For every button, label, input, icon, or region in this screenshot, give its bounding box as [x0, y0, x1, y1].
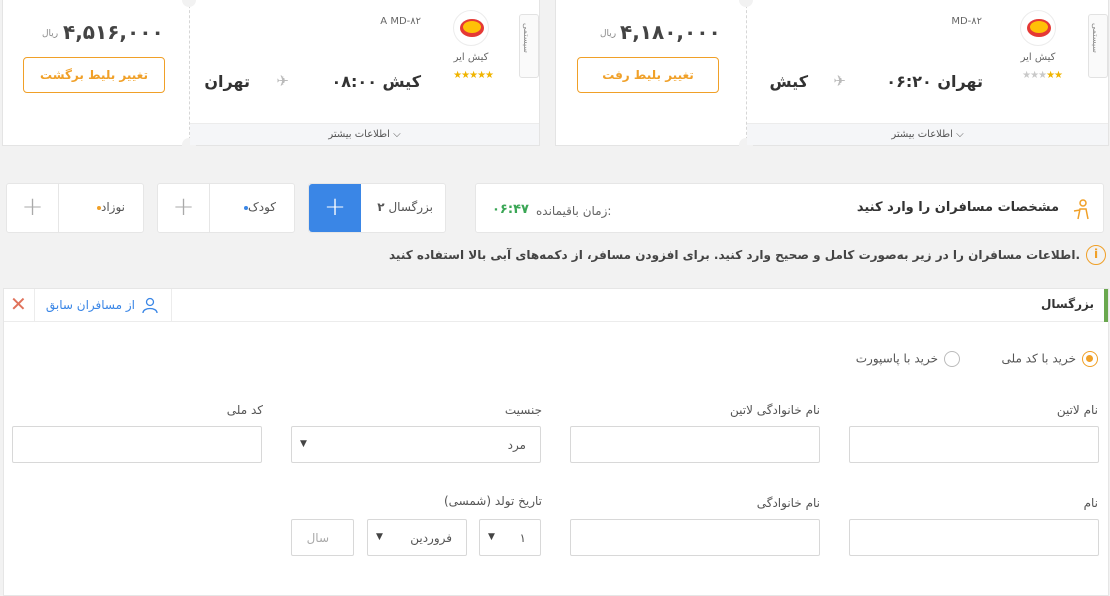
origin-time: تهران ۰۶:۲۰ [886, 72, 983, 91]
radio-passport[interactable]: خرید با پاسپورت [856, 351, 960, 367]
rating-stars: ★★★★★ [1022, 70, 1063, 81]
airline-name: کیش ایر [1020, 52, 1056, 63]
radio-unselected-icon [944, 351, 960, 367]
dropdown-arrow-icon: ▼ [300, 439, 307, 449]
page-title: مشخصات مسافران را وارد کنید [856, 200, 1059, 215]
dropdown-arrow-icon: ▼ [376, 532, 383, 542]
close-icon[interactable]: ✕ [10, 292, 27, 316]
airplane-icon: ✈ [833, 72, 846, 90]
birth-day-select[interactable]: ۱ ▼ [479, 519, 541, 556]
user-icon [142, 297, 158, 314]
latin-first-name-label: نام لاتین [1056, 403, 1098, 417]
flight-card-outbound: سیستمی کیش ایر ★★★★★ MD-۸۲ تهران ۰۶:۲۰ ✈… [555, 0, 1109, 152]
airline-logo [1020, 10, 1056, 46]
child-counter: + کودک [157, 183, 295, 233]
birth-date-label: تاریخ تولد (شمسی) [443, 494, 542, 508]
destination-city: تهران [204, 72, 250, 91]
currency: ریال [600, 29, 617, 39]
rating-stars: ★★★★★ [453, 70, 494, 81]
gender-select[interactable]: مرد ▼ [291, 426, 541, 463]
last-name-input[interactable] [570, 519, 820, 556]
add-adult-button[interactable]: + [309, 184, 361, 232]
child-counter-label: کودک [241, 200, 276, 214]
currency: ریال [42, 29, 59, 39]
adult-counter: + ۲ بزرگسال [308, 183, 446, 233]
latin-last-name-input[interactable] [570, 426, 820, 463]
infant-counter: + نوزاد [6, 183, 144, 233]
chevron-down-icon: ⌵ [956, 129, 964, 140]
system-tab: سیستمی [1088, 14, 1108, 78]
latin-first-name-input[interactable] [849, 426, 1099, 463]
passenger-icon [1073, 199, 1089, 220]
national-code-input[interactable] [12, 426, 262, 463]
info-icon: i [1086, 245, 1106, 265]
timer-value: ۰۶:۴۷ [492, 202, 529, 217]
birth-year-input[interactable]: سال [291, 519, 354, 556]
last-name-label: نام خانوادگی [756, 496, 820, 510]
radio-national-code[interactable]: خرید با کد ملی [1001, 351, 1098, 367]
add-child-button[interactable]: + [158, 184, 210, 232]
price: ۴,۵۱۶,۰۰۰ [63, 20, 164, 44]
latin-last-name-label: نام خانوادگی لاتین [730, 403, 820, 417]
price: ۴,۱۸۰,۰۰۰ [620, 20, 721, 44]
national-code-label: کد ملی [226, 403, 263, 417]
passenger-form-header: بزرگسال از مسافران سابق ✕ [4, 289, 1108, 322]
chevron-down-icon: ⌵ [393, 129, 401, 140]
gender-label: جنسیت [504, 403, 542, 417]
previous-passengers-button[interactable]: از مسافران سابق [34, 289, 172, 322]
first-name-label: نام [1083, 496, 1098, 510]
airline-logo [453, 10, 489, 46]
change-return-button[interactable]: تغییر بلیط برگشت [23, 57, 165, 93]
airplane-icon: ✈ [276, 72, 289, 90]
radio-selected-icon [1082, 351, 1098, 367]
passenger-header-box: مشخصات مسافران را وارد کنید زمان باقیمان… [475, 183, 1104, 233]
birth-month-select[interactable]: فروردین ▼ [367, 519, 467, 556]
origin-time: کیش ۰۸:۰۰ [331, 72, 422, 91]
passenger-form-panel: بزرگسال از مسافران سابق ✕ خرید با کد ملی… [3, 288, 1109, 596]
change-outbound-button[interactable]: تغییر بلیط رفت [577, 57, 719, 93]
notice-text: اطلاعات مسافران را در زیر به‌صورت کامل و… [389, 248, 1080, 262]
first-name-input[interactable] [849, 519, 1099, 556]
system-tab: سیستمی [519, 14, 539, 78]
flight-card-return: سیستمی کیش ایر ★★★★★ A MD-۸۲ کیش ۰۸:۰۰ ✈… [2, 0, 540, 152]
more-info-link[interactable]: اطلاعات بیشتر ⌵ [747, 123, 1108, 145]
passenger-type-title: بزرگسال [1041, 297, 1094, 311]
add-infant-button[interactable]: + [7, 184, 59, 232]
adult-counter-label: ۲ بزرگسال [377, 200, 433, 214]
infant-counter-label: نوزاد [94, 200, 125, 214]
timer-label: زمان باقیمانده: [536, 204, 612, 218]
more-info-link[interactable]: اطلاعات بیشتر ⌵ [190, 123, 539, 145]
flight-number: A MD-۸۲ [380, 16, 421, 27]
dropdown-arrow-icon: ▼ [488, 532, 495, 542]
destination-city: کیش [769, 72, 808, 91]
flight-number: MD-۸۲ [951, 16, 982, 27]
airline-name: کیش ایر [453, 52, 489, 63]
